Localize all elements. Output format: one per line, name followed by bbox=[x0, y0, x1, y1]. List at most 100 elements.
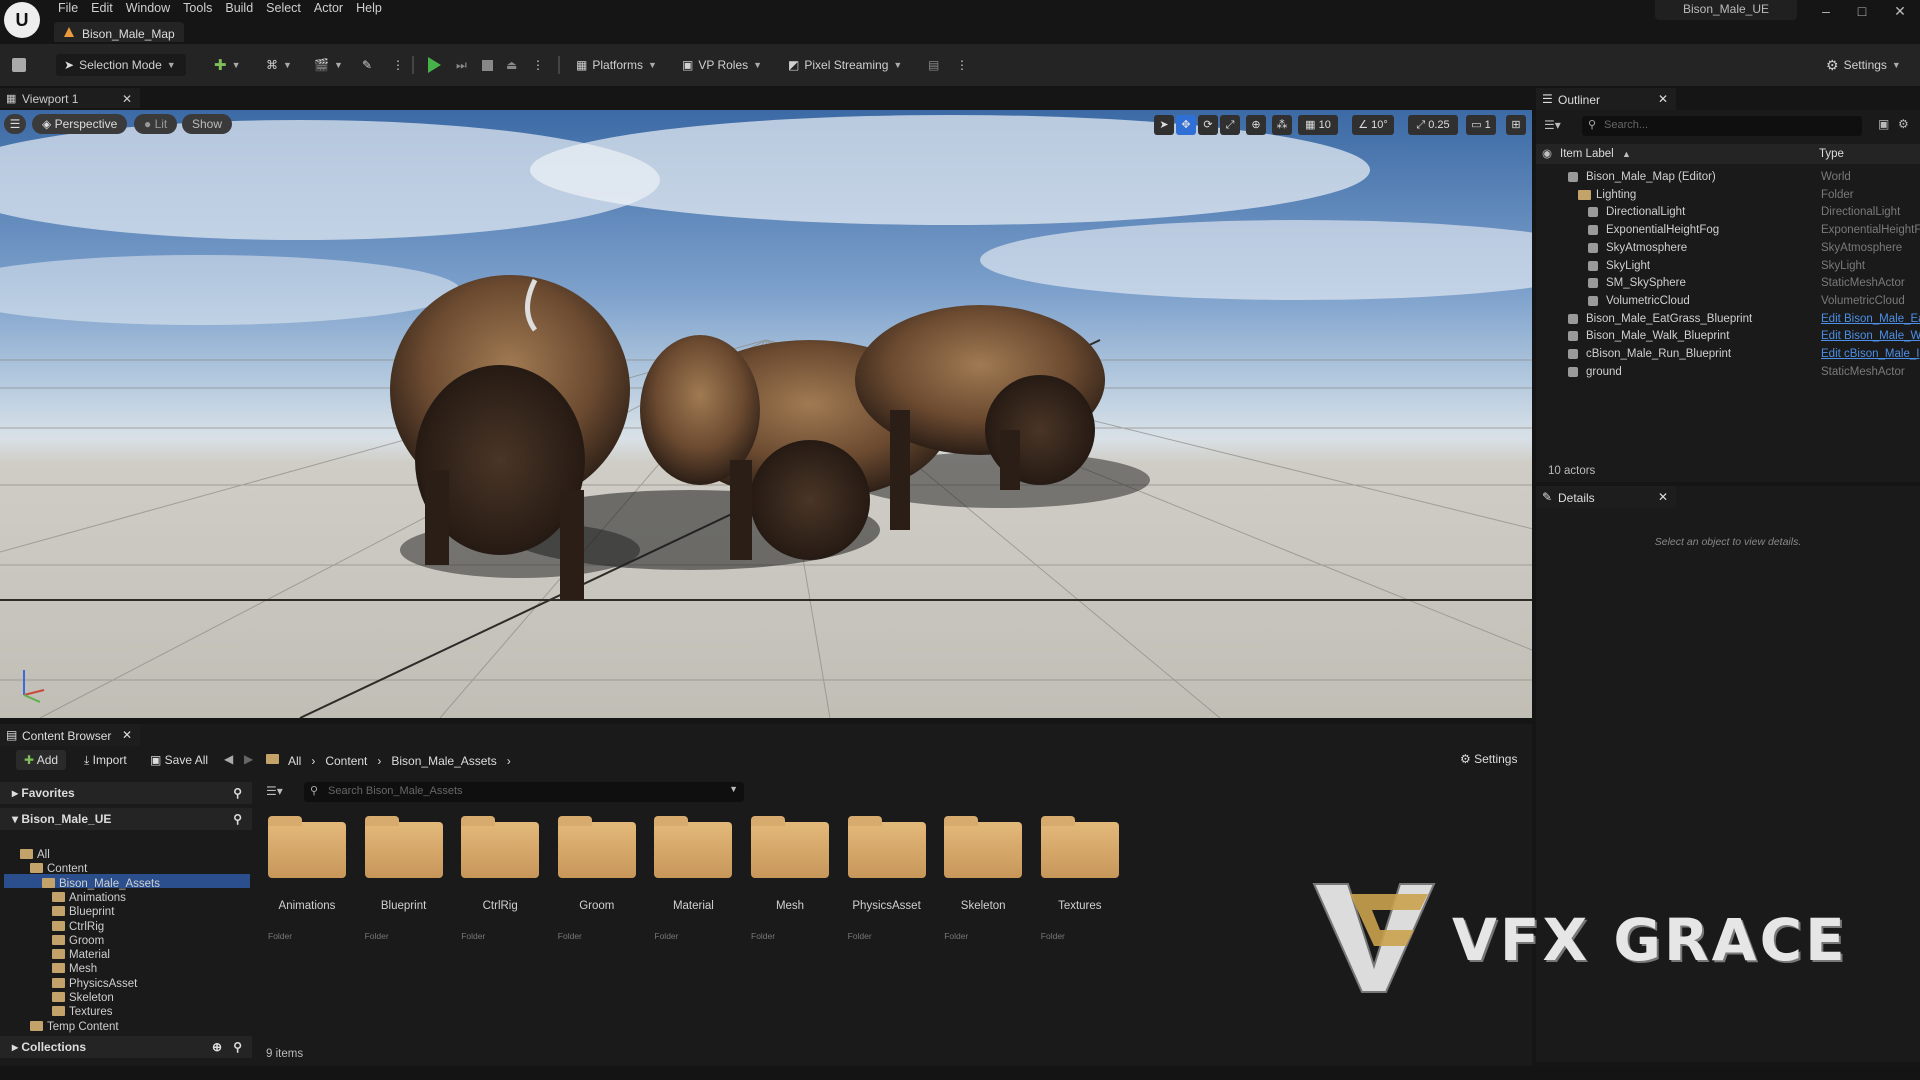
extra-tool-button[interactable]: ▤ bbox=[928, 54, 939, 76]
viewport-tab[interactable]: ▦ Viewport 1 ✕ bbox=[0, 88, 140, 108]
tree-item[interactable]: Bison_Male_Assets bbox=[42, 877, 160, 891]
more-options-button[interactable]: ⋮ bbox=[392, 54, 404, 76]
asset-folder-tile[interactable] bbox=[461, 816, 540, 878]
menu-select[interactable]: Select bbox=[264, 0, 312, 16]
breadcrumb-bison-assets[interactable]: Bison_Male_Assets bbox=[391, 754, 496, 768]
asset-folder-tile[interactable] bbox=[364, 816, 443, 878]
vp-roles-dropdown[interactable]: ▣ VP Roles ▼ bbox=[682, 54, 762, 76]
tree-item[interactable]: Textures bbox=[52, 1005, 112, 1019]
tree-item[interactable]: Material bbox=[52, 948, 110, 962]
perspective-button[interactable]: ◈ Perspective bbox=[32, 114, 128, 134]
details-tab[interactable]: ✎ Details ✕ bbox=[1536, 486, 1676, 508]
asset-filter-button[interactable]: ☰▾ bbox=[266, 784, 283, 798]
tree-item[interactable]: Content bbox=[30, 862, 87, 876]
add-button[interactable]: ✚ Add bbox=[16, 750, 67, 770]
play-button[interactable] bbox=[428, 54, 441, 76]
outliner-row[interactable]: cBison_Male_Run_Blueprint Edit cBison_Mal… bbox=[1536, 345, 1920, 363]
tree-item[interactable]: Mesh bbox=[52, 962, 97, 976]
selection-mode-dropdown[interactable]: ➤ Selection Mode ▼ bbox=[56, 54, 186, 76]
pixel-streaming-dropdown[interactable]: ◩ Pixel Streaming ▼ bbox=[788, 54, 902, 76]
tree-item[interactable]: Groom bbox=[52, 934, 104, 948]
outliner-item-type[interactable]: Edit cBison_Male_I bbox=[1821, 345, 1920, 363]
camera-speed-button[interactable]: ▭ 1 bbox=[1466, 115, 1496, 135]
asset-folder-tile[interactable] bbox=[268, 816, 346, 878]
maximize-button[interactable]: □ bbox=[1844, 0, 1880, 22]
show-button[interactable]: Show bbox=[182, 114, 233, 134]
breadcrumb-all[interactable]: All bbox=[288, 754, 301, 768]
menu-file[interactable]: File bbox=[56, 0, 89, 16]
toolbar-more-button[interactable]: ⋮ bbox=[956, 54, 968, 76]
content-browser-tab[interactable]: ▤ Content Browser ✕ bbox=[0, 724, 140, 746]
outliner-row[interactable]: Bison_Male_EatGrass_Blueprint Edit Bison_… bbox=[1536, 310, 1920, 328]
menu-tools[interactable]: Tools bbox=[181, 0, 223, 16]
asset-folder-tile[interactable] bbox=[944, 816, 1023, 878]
gear-icon[interactable]: ⚙ bbox=[1898, 117, 1909, 131]
asset-folder-tile[interactable] bbox=[1040, 816, 1119, 878]
asset-folder-tile[interactable] bbox=[557, 816, 636, 878]
tree-item[interactable]: All bbox=[20, 848, 50, 862]
visibility-eye-icon[interactable]: ◉ bbox=[1542, 144, 1552, 164]
outliner-row[interactable]: ExponentialHeightFog ExponentialHeightF bbox=[1536, 221, 1920, 239]
asset-folder-tile[interactable] bbox=[654, 816, 733, 878]
advance-frame-button[interactable]: ⏭ bbox=[456, 54, 467, 76]
cb-settings-button[interactable]: ⚙ Settings bbox=[1460, 752, 1517, 766]
add-actor-button[interactable]: ✚ ▼ bbox=[214, 54, 241, 76]
type-column[interactable]: Type bbox=[1819, 144, 1844, 164]
outliner-filter-button[interactable]: ☰▾ bbox=[1544, 118, 1561, 132]
translate-tool-button[interactable]: ✥ bbox=[1176, 115, 1196, 135]
add-folder-icon[interactable]: ▣ bbox=[1878, 117, 1889, 131]
outliner-item-type[interactable]: Edit Bison_Male_W bbox=[1821, 327, 1920, 345]
blueprints-button[interactable]: ⌘ ▼ bbox=[266, 54, 292, 76]
minimize-button[interactable]: – bbox=[1808, 0, 1844, 22]
menu-build[interactable]: Build bbox=[223, 0, 264, 16]
viewport-3d[interactable] bbox=[0, 110, 1532, 718]
tree-item[interactable]: CtrlRig bbox=[52, 920, 104, 934]
forward-button[interactable]: ▶ bbox=[244, 752, 253, 766]
close-icon[interactable]: ✕ bbox=[1658, 490, 1668, 504]
viewport-menu-button[interactable]: ☰ bbox=[4, 114, 26, 134]
outliner-row[interactable]: Lighting Folder bbox=[1536, 186, 1920, 204]
menu-help[interactable]: Help bbox=[354, 0, 393, 16]
play-options-button[interactable]: ⋮ bbox=[532, 54, 544, 76]
tree-item[interactable]: Animations bbox=[52, 891, 126, 905]
chevron-down-icon[interactable]: ▼ bbox=[729, 784, 738, 794]
eject-button[interactable]: ⏏ bbox=[506, 54, 517, 76]
outliner-row[interactable]: Bison_Male_Walk_Blueprint Edit Bison_Male… bbox=[1536, 327, 1920, 345]
outliner-row[interactable]: DirectionalLight DirectionalLight bbox=[1536, 203, 1920, 221]
menu-window[interactable]: Window bbox=[124, 0, 181, 16]
unreal-logo-icon[interactable]: U bbox=[4, 2, 40, 38]
modes-button[interactable]: ✎ bbox=[362, 54, 372, 76]
rotation-snap-button[interactable]: ∠ 10° bbox=[1352, 115, 1394, 135]
viewport-layout-button[interactable]: ⊞ bbox=[1506, 115, 1526, 135]
import-button[interactable]: ⤓ Import bbox=[84, 750, 127, 770]
rotate-tool-button[interactable]: ⟳ bbox=[1198, 115, 1218, 135]
platforms-dropdown[interactable]: ▦ Platforms ▼ bbox=[576, 54, 657, 76]
close-icon[interactable]: ✕ bbox=[1658, 92, 1668, 106]
level-tab[interactable]: Bison_Male_Map bbox=[54, 22, 184, 42]
outliner-row[interactable]: Bison_Male_Map (Editor) World bbox=[1536, 168, 1920, 186]
collections-header[interactable]: ▸ Collections ⊕ ⚲ bbox=[0, 1036, 252, 1058]
asset-folder-tile[interactable] bbox=[847, 816, 926, 878]
favorites-header[interactable]: ▸ Favorites ⚲ bbox=[0, 782, 252, 804]
menu-edit[interactable]: Edit bbox=[89, 0, 124, 16]
menu-actor[interactable]: Actor bbox=[312, 0, 354, 16]
search-icon[interactable]: ⚲ bbox=[233, 808, 242, 830]
select-tool-button[interactable]: ➤ bbox=[1154, 115, 1174, 135]
surface-snap-button[interactable]: ⁂ bbox=[1272, 115, 1292, 135]
tree-item[interactable]: Skeleton bbox=[52, 991, 114, 1005]
breadcrumb-content[interactable]: Content bbox=[325, 754, 367, 768]
outliner-row[interactable]: ground StaticMeshActor bbox=[1536, 363, 1920, 381]
settings-button[interactable]: ⚙ Settings ▼ bbox=[1826, 54, 1901, 76]
lit-mode-button[interactable]: ● Lit bbox=[134, 114, 178, 134]
scale-tool-button[interactable]: ⤢ bbox=[1220, 115, 1240, 135]
outliner-row[interactable]: VolumetricCloud VolumetricCloud bbox=[1536, 292, 1920, 310]
add-collection-icon[interactable]: ⊕ bbox=[212, 1036, 222, 1058]
grid-snap-button[interactable]: ▦ 10 bbox=[1298, 115, 1338, 135]
search-icon[interactable]: ⚲ bbox=[233, 782, 242, 804]
outliner-tab[interactable]: ☰ Outliner ✕ bbox=[1536, 88, 1676, 110]
outliner-item-type[interactable]: Edit Bison_Male_Ea bbox=[1821, 310, 1920, 328]
asset-folder-tile[interactable] bbox=[751, 816, 829, 878]
back-button[interactable]: ◀ bbox=[224, 752, 233, 766]
item-label-column[interactable]: Item Label bbox=[1560, 144, 1614, 164]
stop-button[interactable] bbox=[482, 54, 493, 76]
